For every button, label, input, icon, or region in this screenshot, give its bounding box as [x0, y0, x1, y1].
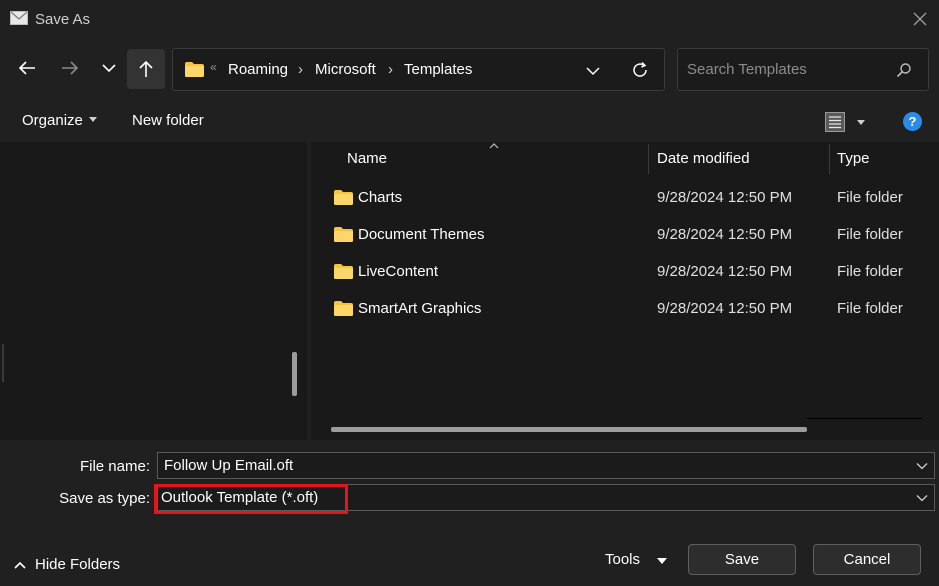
sort-ascending-icon [489, 143, 499, 149]
title-bar [0, 0, 939, 38]
hide-folders-label: Hide Folders [35, 556, 121, 573]
file-type: File folder [837, 300, 903, 317]
back-button[interactable] [9, 48, 45, 88]
arrow-right-icon [62, 61, 79, 75]
caret-down-icon[interactable] [657, 558, 667, 564]
chevron-down-icon[interactable] [585, 63, 601, 79]
file-type: File folder [837, 189, 903, 206]
chevron-down-icon[interactable] [916, 492, 928, 504]
column-divider[interactable] [829, 144, 830, 174]
file-date-modified: 9/28/2024 12:50 PM [657, 263, 793, 280]
organize-label: Organize [22, 112, 83, 129]
forward-button[interactable] [52, 48, 88, 88]
address-bar[interactable]: « Roaming › Microsoft › Templates [172, 48, 665, 91]
file-name-field[interactable]: Follow Up Email.oft [157, 452, 935, 479]
breadcrumb-templates[interactable]: Templates [404, 61, 472, 78]
horizontal-scrollbar[interactable] [331, 427, 807, 432]
chevron-up-icon [14, 561, 26, 569]
table-row[interactable]: LiveContent 9/28/2024 12:50 PM File fold… [331, 254, 939, 290]
save-as-type-label: Save as type: [59, 490, 150, 507]
tools-menu-button[interactable]: Tools [605, 551, 640, 568]
new-folder-button[interactable]: New folder [132, 112, 204, 129]
scroll-track-edge [807, 418, 922, 419]
window-title: Save As [35, 11, 91, 28]
organize-button[interactable]: Organize [22, 112, 97, 129]
file-name[interactable]: Document Themes [358, 226, 484, 243]
caret-down-icon [88, 117, 97, 122]
search-icon[interactable] [896, 62, 912, 78]
file-name-label: File name: [79, 458, 150, 475]
column-header-type[interactable]: Type [837, 150, 870, 167]
folder-icon [185, 62, 204, 77]
navigation-pane[interactable] [0, 142, 307, 440]
search-input[interactable] [687, 61, 887, 78]
refresh-icon[interactable] [631, 61, 649, 79]
file-date-modified: 9/28/2024 12:50 PM [657, 189, 793, 206]
navigation-pane-edge [2, 344, 4, 382]
breadcrumb-roaming[interactable]: Roaming [228, 61, 288, 78]
breadcrumb-separator[interactable]: › [298, 61, 303, 78]
caret-down-icon[interactable] [857, 120, 865, 125]
file-name-value[interactable]: Follow Up Email.oft [164, 457, 293, 474]
column-header-name[interactable]: Name [347, 150, 387, 167]
breadcrumb-microsoft[interactable]: Microsoft [315, 61, 376, 78]
arrow-up-icon [139, 60, 153, 77]
hide-folders-button[interactable]: Hide Folders [14, 556, 120, 573]
file-date-modified: 9/28/2024 12:50 PM [657, 226, 793, 243]
view-options-icon[interactable] [825, 112, 845, 132]
folder-icon [334, 301, 353, 316]
folder-icon [334, 190, 353, 205]
save-as-window-icon [10, 11, 28, 25]
column-divider[interactable] [648, 144, 649, 174]
file-type: File folder [837, 226, 903, 243]
close-icon[interactable] [911, 10, 929, 28]
table-row[interactable]: SmartArt Graphics 9/28/2024 12:50 PM Fil… [331, 291, 939, 327]
address-overflow[interactable]: « [210, 60, 217, 74]
recent-locations-button[interactable] [93, 48, 125, 88]
folder-icon [334, 227, 353, 242]
file-name[interactable]: SmartArt Graphics [358, 300, 481, 317]
file-type: File folder [837, 263, 903, 280]
table-row[interactable]: Charts 9/28/2024 12:50 PM File folder [331, 180, 939, 216]
cancel-button[interactable]: Cancel [813, 544, 921, 575]
file-name[interactable]: Charts [358, 189, 402, 206]
up-button[interactable] [127, 49, 165, 89]
arrow-left-icon [18, 61, 35, 75]
folder-icon [334, 264, 353, 279]
column-header-date-modified[interactable]: Date modified [657, 150, 750, 167]
chevron-down-icon [102, 64, 116, 73]
breadcrumb-separator[interactable]: › [388, 61, 393, 78]
highlight-annotation [154, 484, 348, 514]
save-button[interactable]: Save [688, 544, 796, 575]
table-row[interactable]: Document Themes 9/28/2024 12:50 PM File … [331, 217, 939, 253]
file-date-modified: 9/28/2024 12:50 PM [657, 300, 793, 317]
help-icon[interactable]: ? [903, 112, 922, 131]
navigation-pane-scrollbar[interactable] [292, 352, 297, 396]
file-name[interactable]: LiveContent [358, 263, 438, 280]
search-box[interactable] [677, 48, 929, 91]
chevron-down-icon[interactable] [916, 460, 928, 472]
